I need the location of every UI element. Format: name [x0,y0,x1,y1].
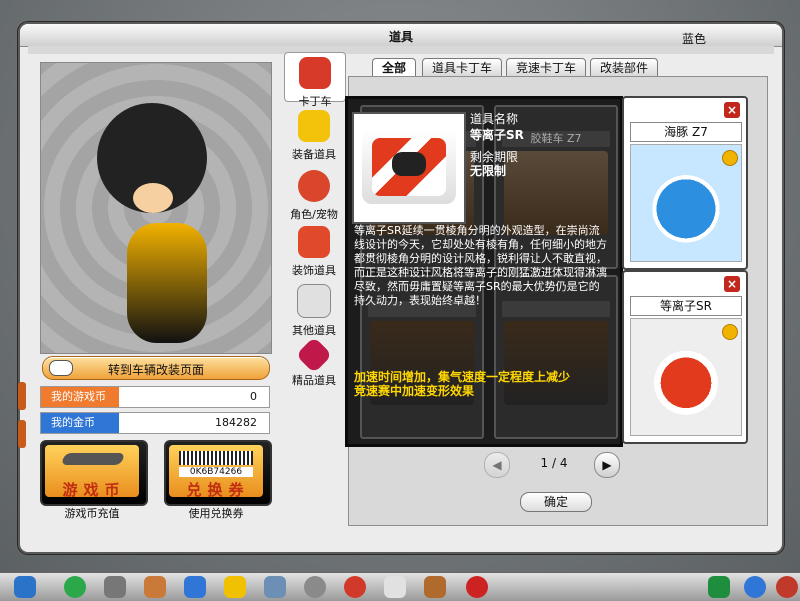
game-coin-recharge-button[interactable]: 游戏币 [40,440,148,506]
character-icon [298,170,330,202]
category-kart-label: 卡丁车 [298,95,332,108]
close-icon[interactable]: × [724,102,740,118]
gear-icon[interactable] [304,576,326,598]
game-coin-label: 我的游戏币 [41,387,119,407]
fire-shirt-icon [298,226,330,258]
dice-icon[interactable] [384,576,406,598]
kart-icon [299,57,331,89]
category-character[interactable]: 角色/宠物 [284,170,344,222]
gold-coin-value: 184282 [215,416,257,429]
game-coin-recharge-caption: 游戏币充值 [64,507,120,520]
cart-icon[interactable] [104,576,126,598]
world-icon[interactable] [466,576,488,598]
tab-all[interactable]: 全部 [372,58,416,77]
tooltip-description: 等离子SR延续一贯棱角分明的外观造型，在崇尚流线设计的今天，它却处处有棱有角，任… [354,224,607,307]
use-coupon-caption: 使用兑换券 [188,507,244,520]
category-other[interactable]: 其他道具 [284,284,344,338]
heart-icon[interactable] [344,576,366,598]
category-premium[interactable]: 精品道具 [284,336,344,388]
category-premium-label: 精品道具 [292,374,336,387]
item-card-dolphin[interactable]: × 海豚 Z7 [622,96,748,270]
lock-icon [722,324,738,340]
arrow-icon [60,453,126,465]
item-tooltip: 道具名称 等离子SR 剩余期限 无限制 等离子SR延续一贯棱角分明的外观造型，在… [346,100,614,440]
tooltip-name-value: 等离子SR [470,128,524,142]
category-character-label: 角色/宠物 [290,208,338,221]
close-icon[interactable]: × [724,276,740,292]
tab-mod-parts[interactable]: 改装部件 [590,58,658,77]
gold-coin-label: 我的金币 [41,413,119,433]
game-coin-value: 0 [250,390,257,403]
power-icon[interactable] [776,576,798,598]
goto-mod-page-button[interactable]: 转到车辆改装页面 [42,356,270,380]
plasma-sr-car-image [362,130,456,204]
taskbar [0,572,800,601]
game-coin-balance: 我的游戏币 0 [40,386,270,408]
character-preview [40,62,272,354]
item-card-plasma[interactable]: × 等离子SR [622,270,748,444]
next-page-button[interactable]: ▶ [594,452,620,478]
side-indicator-top [18,382,26,410]
book-icon[interactable] [424,576,446,598]
coupon-code: 0K6B74266 [179,467,253,477]
item-card-name: 海豚 Z7 [630,122,742,142]
back-icon[interactable] [64,576,86,598]
category-decoration-label: 装饰道具 [292,264,336,277]
page-info: 1 / 4 [526,456,582,470]
item-card-name: 等离子SR [630,296,742,316]
tab-item-kart[interactable]: 道具卡丁车 [422,58,502,77]
prev-page-button[interactable]: ◀ [484,452,510,478]
character-face [133,183,173,213]
page-total: 4 [559,456,568,470]
tooltip-expire-value: 无限制 [470,164,507,178]
lock-icon [722,150,738,166]
tooltip-name-key: 道具名称 [470,112,519,126]
pager: ◀ 1 / 4 ▶ [484,452,624,478]
tooltip-item-preview [352,112,466,224]
ruby-icon [295,336,333,374]
tooltip-effect: 加速时间增加，集气速度一定程度上减少 竞速赛中加速变形效果 [354,370,571,398]
coupon-big-label: 兑换券 [186,481,250,499]
category-equipment-label: 装备道具 [292,148,336,161]
ok-button[interactable]: 确定 [520,492,592,512]
window-titlebar[interactable]: 道具 蓝色 [20,24,782,47]
duck-icon[interactable] [224,576,246,598]
tab-racing-kart[interactable]: 竞速卡丁车 [506,58,586,77]
category-equipment[interactable]: 装备道具 [284,110,344,162]
page-sep: / [551,456,557,470]
color-tag: 蓝色 [681,32,706,46]
category-kart[interactable]: 卡丁车 [284,52,346,108]
motorcycle [127,223,207,343]
use-coupon-button[interactable]: 0K6B74266 兑换券 [164,440,272,506]
search-icon[interactable] [744,576,766,598]
barcode-icon [179,451,253,465]
gold-coin-balance: 我的金币 184282 [40,412,270,434]
character-icon[interactable] [144,576,166,598]
game-coin-big-label: 游戏币 [62,481,126,499]
gift-bag-icon [297,284,331,318]
category-decoration[interactable]: 装饰道具 [284,226,344,278]
goto-mod-page-label: 转到车辆改装页面 [107,363,204,377]
page-current: 1 [540,456,549,470]
wrench-icon[interactable] [264,576,286,598]
users-icon[interactable] [708,576,730,598]
side-indicator-bottom [18,420,26,448]
category-other-label: 其他道具 [292,324,336,337]
pill-icon[interactable] [184,576,206,598]
title-underline [28,46,774,54]
window-title: 道具 [388,30,413,44]
goggles-icon [298,110,330,142]
start-icon[interactable] [14,576,36,598]
